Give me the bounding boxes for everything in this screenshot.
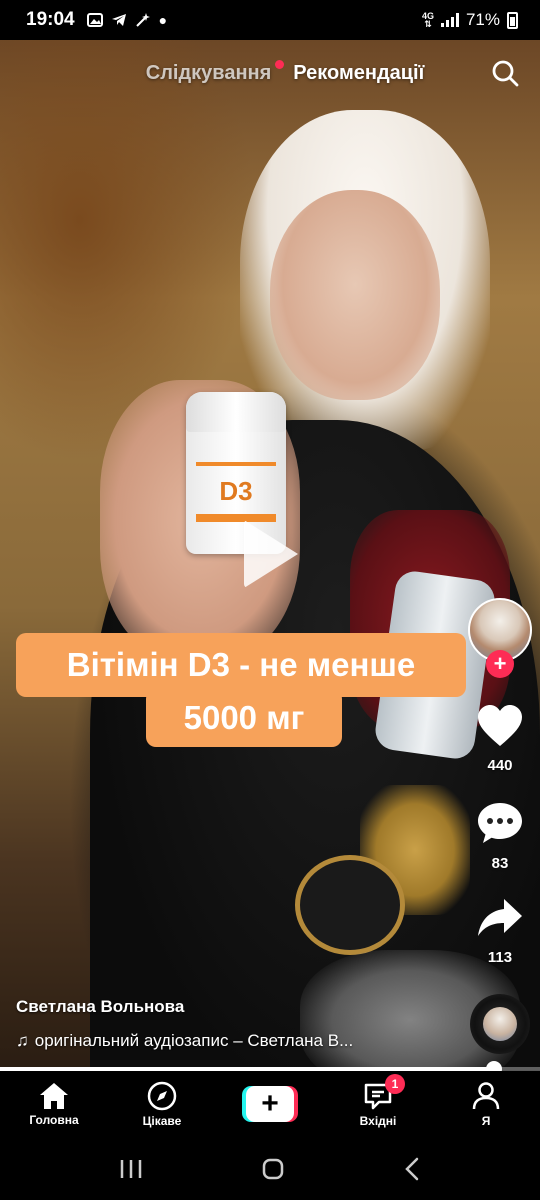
tab-recommended[interactable]: Рекомендації	[293, 62, 424, 85]
disc-avatar	[483, 1007, 517, 1041]
nav-discover-label: Цікаве	[142, 1113, 182, 1128]
music-disc[interactable]	[470, 994, 530, 1054]
status-notification-icons: ●	[86, 12, 168, 28]
nav-home-label: Головна	[29, 1112, 79, 1127]
home-button-icon[interactable]	[261, 1157, 285, 1181]
person-icon	[472, 1081, 500, 1109]
following-new-dot	[275, 59, 285, 69]
feed-tabs: Слідкування Рекомендації	[0, 55, 540, 91]
creator-avatar[interactable]: +	[468, 598, 532, 678]
bottle-cap	[186, 392, 286, 432]
follow-plus-icon[interactable]: +	[486, 650, 514, 678]
comment-button[interactable]: 83	[470, 800, 530, 872]
inbox-badge: 1	[385, 1073, 405, 1094]
video-medallion	[295, 855, 405, 955]
share-arrow-icon	[478, 899, 522, 936]
heart-icon	[478, 705, 522, 746]
author-name[interactable]: Светлана Вольнова	[16, 997, 184, 1017]
system-nav-bar	[0, 1137, 540, 1200]
battery-icon	[507, 11, 518, 29]
battery-percent: 71%	[465, 10, 500, 29]
audio-track[interactable]: ♫ оригінальний аудіозапис – Светлана В..…	[16, 1031, 416, 1051]
nav-inbox[interactable]: 1 Вхідні	[333, 1073, 423, 1128]
tab-following[interactable]: Слідкування	[146, 59, 285, 85]
nav-discover[interactable]: Цікаве	[117, 1081, 207, 1128]
video-face	[270, 190, 440, 400]
recent-apps-icon[interactable]	[118, 1158, 144, 1180]
nav-profile-label: Я	[481, 1113, 491, 1128]
network-type: 4G ⇅	[421, 11, 434, 29]
more-notifications-dot: ●	[158, 12, 168, 28]
signal-icon	[440, 13, 459, 27]
magic-wand-icon	[135, 13, 150, 27]
audio-title: оригінальний аудіозапис – Светлана В...	[34, 1031, 354, 1050]
like-button[interactable]: 440	[470, 704, 530, 774]
video-caption-line-1: Вітімін D3 - не менше	[16, 633, 466, 697]
music-note-icon: ♫	[16, 1031, 29, 1050]
create-button[interactable]: +	[242, 1086, 298, 1122]
telegram-icon	[111, 14, 126, 26]
nav-profile[interactable]: Я	[441, 1081, 531, 1128]
nav-create[interactable]: +	[225, 1086, 315, 1122]
status-bar: 19:04 ● 4G ⇅ 71%	[0, 0, 540, 40]
comment-count: 83	[491, 855, 509, 872]
search-icon[interactable]	[490, 58, 520, 88]
comment-icon	[478, 803, 522, 843]
back-icon[interactable]	[402, 1157, 422, 1181]
bottle-label: D3	[196, 462, 276, 522]
play-icon[interactable]	[244, 520, 298, 588]
share-count: 113	[487, 949, 513, 966]
video-caption-line-2: 5000 мг	[146, 689, 342, 747]
plus-icon: +	[246, 1086, 294, 1122]
share-button[interactable]: 113	[470, 896, 530, 966]
nav-home[interactable]: Головна	[9, 1082, 99, 1127]
compass-icon	[147, 1081, 177, 1110]
bottom-nav: Головна Цікаве + 1 Вхідні Я	[0, 1071, 540, 1137]
home-icon	[40, 1082, 68, 1109]
status-time: 19:04	[26, 9, 75, 30]
nav-inbox-label: Вхідні	[359, 1113, 397, 1128]
status-right: 4G ⇅ 71%	[422, 10, 518, 30]
gallery-icon	[86, 13, 103, 27]
like-count: 440	[487, 757, 513, 774]
